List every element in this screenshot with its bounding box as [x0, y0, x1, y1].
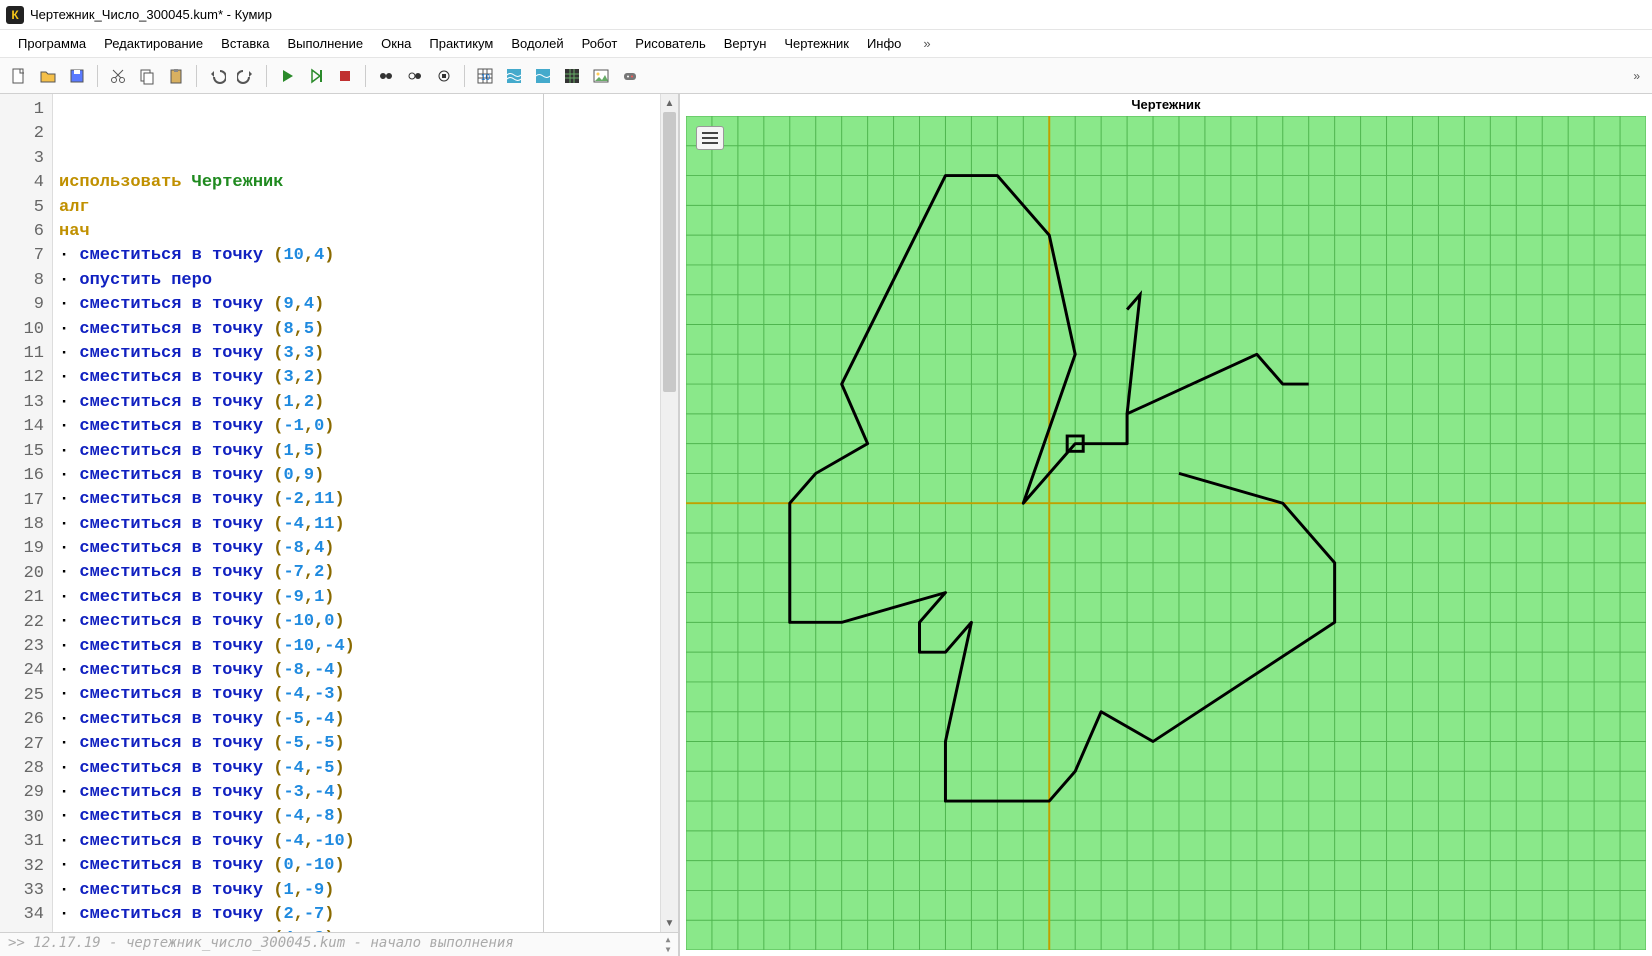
cut-icon[interactable]	[105, 63, 131, 89]
code-line[interactable]: · сместиться в точку (3,3)	[59, 342, 654, 366]
scroll-down-icon[interactable]: ▼	[661, 914, 678, 932]
code-line[interactable]: · сместиться в точку (-3,-4)	[59, 781, 654, 805]
step-icon[interactable]	[303, 63, 329, 89]
menu-вертун[interactable]: Вертун	[716, 33, 775, 54]
code-line[interactable]: использовать Чертежник	[59, 171, 654, 195]
code-line[interactable]: · сместиться в точку (3,2)	[59, 366, 654, 390]
menu-выполнение[interactable]: Выполнение	[279, 33, 371, 54]
status-text: >> 12.17.19 - чертежник_число_300045.kum…	[8, 935, 514, 951]
waves-icon[interactable]	[501, 63, 527, 89]
save-file-icon[interactable]	[64, 63, 90, 89]
margin-guide	[543, 94, 544, 932]
editor-area[interactable]: 1234567891011121314151617181920212223242…	[0, 94, 678, 932]
menu-overflow-icon[interactable]: »	[915, 33, 938, 54]
paste-icon[interactable]	[163, 63, 189, 89]
code-line[interactable]: · опустить перо	[59, 269, 654, 293]
grid-svg	[686, 116, 1646, 950]
code-line[interactable]: · сместиться в точку (1,-9)	[59, 879, 654, 903]
main-area: 1234567891011121314151617181920212223242…	[0, 94, 1652, 956]
drawing-canvas[interactable]	[686, 116, 1646, 950]
code-line[interactable]: · сместиться в точку (-1,0)	[59, 415, 654, 439]
code-line[interactable]: · сместиться в точку (-8,-4)	[59, 659, 654, 683]
editor-pane: 1234567891011121314151617181920212223242…	[0, 94, 680, 956]
code-line[interactable]: · сместиться в точку (0,-10)	[59, 854, 654, 878]
status-bar: >> 12.17.19 - чертежник_число_300045.kum…	[0, 932, 678, 956]
code-line[interactable]: · сместиться в точку (-4,-3)	[59, 683, 654, 707]
window-title: Чертежник_Число_300045.kum* - Кумир	[30, 7, 272, 22]
code-line[interactable]: · сместиться в точку (8,5)	[59, 318, 654, 342]
vertical-scrollbar[interactable]: ▲ ▼	[660, 94, 678, 932]
menubar: ПрограммаРедактированиеВставкаВыполнение…	[0, 30, 1652, 58]
undo-icon[interactable]	[204, 63, 230, 89]
new-file-icon[interactable]	[6, 63, 32, 89]
code-line[interactable]: · сместиться в точку (-8,4)	[59, 537, 654, 561]
waves2-icon[interactable]	[530, 63, 556, 89]
canvas-pane: Чертежник	[680, 94, 1652, 956]
menu-редактирование[interactable]: Редактирование	[96, 33, 211, 54]
toolbar: 10 »	[0, 58, 1652, 94]
copy-icon[interactable]	[134, 63, 160, 89]
code-line[interactable]: · сместиться в точку (1,5)	[59, 440, 654, 464]
svg-text:10: 10	[481, 73, 490, 82]
code-line[interactable]: · сместиться в точку (-10,-4)	[59, 635, 654, 659]
code-line[interactable]: · сместиться в точку (-2,11)	[59, 488, 654, 512]
code-line[interactable]: · сместиться в точку (-7,2)	[59, 561, 654, 585]
open-file-icon[interactable]	[35, 63, 61, 89]
run-icon[interactable]	[274, 63, 300, 89]
code-line[interactable]: · сместиться в точку (9,4)	[59, 293, 654, 317]
code-line[interactable]: нач	[59, 220, 654, 244]
code-line[interactable]: · сместиться в точку (2,-7)	[59, 903, 654, 927]
record-stop-icon[interactable]	[431, 63, 457, 89]
code-line[interactable]: · сместиться в точку (1,2)	[59, 391, 654, 415]
toolbar-separator	[97, 65, 98, 87]
menu-практикум[interactable]: Практикум	[421, 33, 501, 54]
toolbar-separator	[266, 65, 267, 87]
menu-инфо[interactable]: Инфо	[859, 33, 909, 54]
menu-робот[interactable]: Робот	[574, 33, 626, 54]
image-icon[interactable]	[588, 63, 614, 89]
code-line[interactable]: · сместиться в точку (-4,-8)	[59, 805, 654, 829]
toolbar-separator	[464, 65, 465, 87]
code-line[interactable]: · сместиться в точку (-4,-5)	[59, 757, 654, 781]
redo-icon[interactable]	[233, 63, 259, 89]
toolbar-separator	[365, 65, 366, 87]
code-editor[interactable]: использовать Чертежникалгнач· сместиться…	[53, 94, 660, 932]
code-line[interactable]: · сместиться в точку (-4,-10)	[59, 830, 654, 854]
menu-программа[interactable]: Программа	[10, 33, 94, 54]
game-icon[interactable]	[617, 63, 643, 89]
app-icon: К	[6, 6, 24, 24]
code-line[interactable]: · сместиться в точку (10,4)	[59, 244, 654, 268]
menu-водолей[interactable]: Водолей	[503, 33, 571, 54]
status-scroll[interactable]: ▲▼	[660, 935, 676, 954]
toolbar-overflow-icon[interactable]: »	[1627, 69, 1646, 83]
menu-вставка[interactable]: Вставка	[213, 33, 277, 54]
toolbar-separator	[196, 65, 197, 87]
grid2-icon[interactable]	[559, 63, 585, 89]
code-line[interactable]: · сместиться в точку (-9,1)	[59, 586, 654, 610]
code-line[interactable]: алг	[59, 196, 654, 220]
grid1-icon[interactable]: 10	[472, 63, 498, 89]
canvas-menu-button[interactable]	[696, 126, 724, 150]
menu-окна[interactable]: Окна	[373, 33, 419, 54]
menu-рисователь[interactable]: Рисователь	[627, 33, 713, 54]
titlebar: К Чертежник_Число_300045.kum* - Кумир	[0, 0, 1652, 30]
stop-icon[interactable]	[332, 63, 358, 89]
code-line[interactable]: · сместиться в точку (-5,-5)	[59, 732, 654, 756]
code-line[interactable]: · сместиться в точку (0,9)	[59, 464, 654, 488]
canvas-title: Чертежник	[680, 94, 1652, 116]
record-step-icon[interactable]	[402, 63, 428, 89]
scroll-thumb[interactable]	[663, 112, 676, 392]
code-line[interactable]: · сместиться в точку (-5,-4)	[59, 708, 654, 732]
record-icon[interactable]	[373, 63, 399, 89]
code-line[interactable]: · сместиться в точку (-10,0)	[59, 610, 654, 634]
code-line[interactable]: · сместиться в точку (-4,11)	[59, 513, 654, 537]
line-gutter: 1234567891011121314151617181920212223242…	[0, 94, 53, 932]
scroll-up-icon[interactable]: ▲	[661, 94, 678, 112]
menu-чертежник[interactable]: Чертежник	[776, 33, 857, 54]
